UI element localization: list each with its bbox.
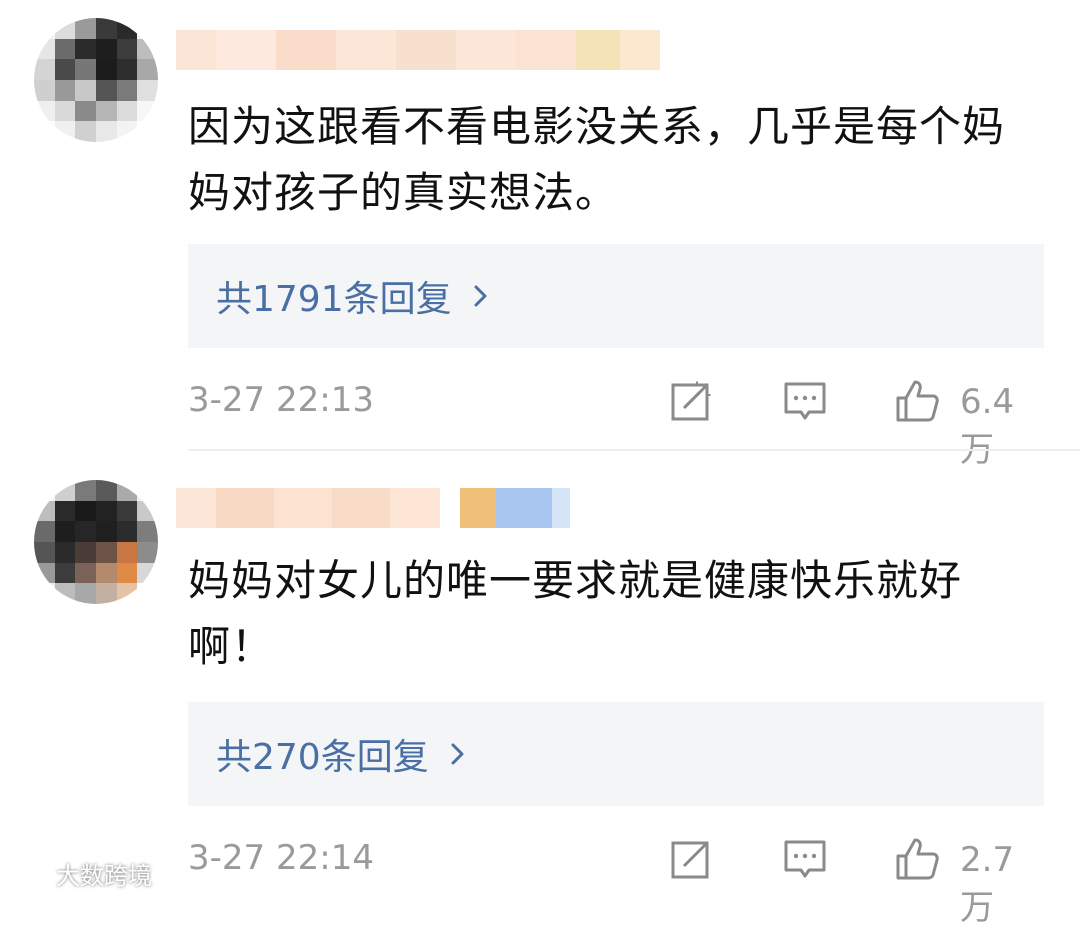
- avatar[interactable]: [34, 480, 158, 604]
- thumbs-up-icon[interactable]: [894, 836, 940, 882]
- view-replies-button[interactable]: 共270条回复: [188, 702, 1044, 806]
- watermark-logo-icon: [10, 864, 48, 883]
- avatar[interactable]: [34, 18, 158, 142]
- share-edit-icon[interactable]: [668, 378, 714, 424]
- watermark: 大数跨境: [10, 856, 152, 891]
- comment-timestamp: 3-27 22:13: [188, 380, 374, 420]
- username-blurred[interactable]: [176, 488, 570, 528]
- comment-bubble-icon[interactable]: [782, 836, 828, 882]
- comment-text: 因为这跟看不看电影没关系，几乎是每个妈妈对孩子的真实想法。: [188, 102, 1006, 217]
- comment-bubble-icon[interactable]: [782, 378, 828, 424]
- chevron-right-icon: [451, 743, 464, 765]
- comment-text: 妈妈对女儿的唯一要求就是健康快乐就好啊！: [188, 556, 963, 671]
- comment-meta: 3-27 22:14 2.7万: [188, 830, 1044, 928]
- view-replies-button[interactable]: 共1791条回复: [188, 244, 1044, 348]
- thumbs-up-icon[interactable]: [894, 378, 940, 424]
- username-blurred[interactable]: [176, 30, 660, 70]
- comment-timestamp: 3-27 22:14: [188, 838, 374, 878]
- share-edit-icon[interactable]: [668, 836, 714, 882]
- comment-item: 因为这跟看不看电影没关系，几乎是每个妈妈对孩子的真实想法。 共1791条回复 3…: [0, 0, 1080, 470]
- replies-count-label: 共1791条回复: [216, 279, 452, 320]
- chevron-right-icon: [474, 285, 487, 307]
- comment-item: 妈妈对女儿的唯一要求就是健康快乐就好啊！ 共270条回复 3-27 22:14 …: [0, 452, 1080, 928]
- comment-meta: 3-27 22:13 6.4万: [188, 372, 1044, 470]
- replies-count-label: 共270条回复: [216, 737, 429, 778]
- like-count: 2.7万: [960, 840, 1015, 928]
- watermark-text: 大数跨境: [56, 862, 152, 890]
- comment-divider: [188, 449, 1080, 451]
